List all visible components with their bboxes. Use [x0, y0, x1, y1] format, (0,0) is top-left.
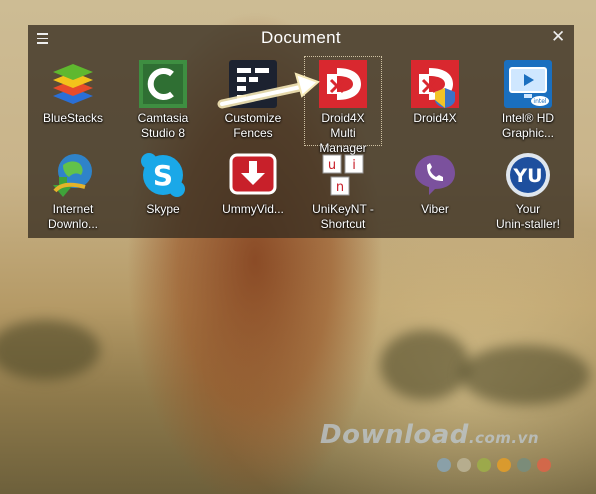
- watermark-dot: [437, 458, 451, 472]
- close-icon[interactable]: ✕: [551, 28, 565, 46]
- desktop-item-your-uninstaller[interactable]: YU Your Unin-staller!: [489, 147, 567, 237]
- watermark-suffix: .com.vn: [468, 429, 540, 447]
- desktop-item-label: Internet Downlo...: [47, 202, 99, 231]
- desktop-item-label: Skype: [146, 202, 180, 216]
- desktop-item-label: Camtasia Studio 8: [137, 111, 189, 140]
- svg-text:intel: intel: [533, 98, 547, 105]
- desktop-item-skype[interactable]: S Skype: [124, 147, 202, 237]
- watermark-dots: [437, 458, 551, 472]
- viber-icon: [415, 155, 455, 195]
- svg-text:YU: YU: [512, 165, 542, 187]
- desktop-item-ummy-video[interactable]: UmmyVid...: [214, 147, 292, 237]
- desktop-item-droid4x[interactable]: Droid4X: [396, 56, 474, 146]
- svg-text:S: S: [153, 159, 173, 192]
- unikey-icon: u i n: [322, 154, 364, 196]
- desktop-item-label: Your Unin-staller!: [495, 202, 561, 231]
- internet-download-manager-icon: [53, 154, 92, 197]
- svg-text:u: u: [328, 158, 336, 173]
- desktop-item-internet-download-manager[interactable]: Internet Downlo...: [34, 147, 112, 237]
- ummy-video-icon: [229, 153, 277, 195]
- drag-arrow-icon: [217, 72, 320, 109]
- desktop-item-label: Viber: [421, 202, 449, 216]
- fence-title: Document: [261, 28, 341, 47]
- droid4x-icon: [411, 60, 459, 108]
- desktop-item-label: BlueStacks: [42, 111, 104, 125]
- desktop-item-label: UniKeyNT - Shortcut: [312, 202, 374, 231]
- desktop-item-unikey[interactable]: u i n UniKeyNT - Shortcut: [304, 147, 382, 237]
- watermark-dot: [497, 458, 511, 472]
- watermark-dot: [517, 458, 531, 472]
- desktop-item-label: Droid4X: [413, 111, 457, 125]
- bluestacks-icon: [53, 64, 93, 104]
- watermark-dot: [477, 458, 491, 472]
- desktop-item-camtasia[interactable]: Camtasia Studio 8: [124, 56, 202, 146]
- watermark-dot: [537, 458, 551, 472]
- watermark-dot: [457, 458, 471, 472]
- watermark-logo: Download.com.vn: [320, 420, 539, 450]
- skype-icon: S: [141, 153, 185, 197]
- desktop-item-label: Intel® HD Graphic...: [501, 111, 555, 140]
- fence-panel: Document ✕ BlueStacks Camtasia Studio 8: [28, 25, 574, 238]
- desktop-item-viber[interactable]: Viber: [396, 147, 474, 237]
- intel-graphics-icon: intel: [504, 60, 552, 108]
- watermark-brand: Download: [320, 420, 469, 450]
- desktop-item-bluestacks[interactable]: BlueStacks: [34, 56, 112, 146]
- desktop-item-intel-hd-graphics[interactable]: intel Intel® HD Graphic...: [489, 56, 567, 146]
- desktop-item-label: UmmyVid...: [222, 202, 284, 216]
- camtasia-icon: [139, 60, 187, 108]
- svg-text:i: i: [352, 158, 356, 173]
- svg-text:n: n: [336, 180, 344, 195]
- fence-header[interactable]: Document ✕: [28, 25, 574, 51]
- your-uninstaller-icon: YU: [506, 153, 550, 197]
